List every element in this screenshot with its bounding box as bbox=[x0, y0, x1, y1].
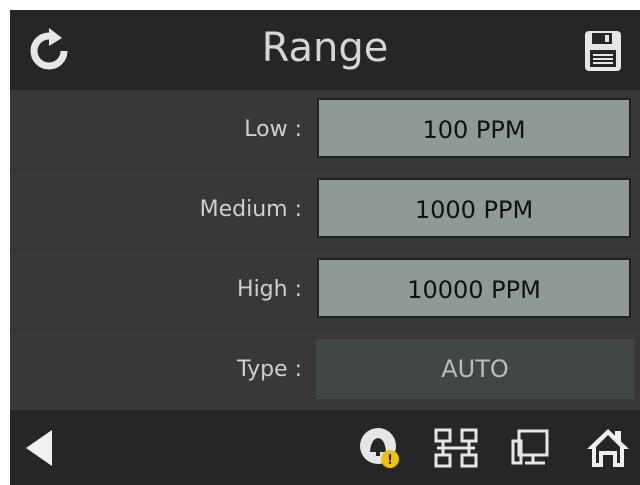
medium-value-field[interactable]: 1000 PPM bbox=[317, 178, 631, 238]
alarm-badge: ! bbox=[387, 453, 393, 468]
save-button[interactable] bbox=[576, 24, 630, 78]
back-arrow-icon bbox=[26, 429, 52, 466]
header-bar: Range bbox=[10, 10, 640, 90]
type-value: AUTO bbox=[316, 339, 634, 399]
alarm-bell-icon: ! bbox=[360, 427, 399, 468]
save-icon bbox=[585, 31, 621, 71]
range-settings-list: Low : 100 PPM Medium : 1000 PPM High : 1… bbox=[10, 90, 640, 409]
network-icon bbox=[434, 428, 478, 467]
medium-label: Medium : bbox=[199, 197, 302, 222]
range-screen: Range Low : 100 PPM Medium : 1000 PPM Hi… bbox=[10, 10, 640, 485]
row-medium: Medium : 1000 PPM bbox=[10, 169, 640, 249]
high-value-field[interactable]: 10000 PPM bbox=[317, 258, 631, 318]
row-high: High : 10000 PPM bbox=[10, 249, 640, 329]
computer-button[interactable] bbox=[506, 410, 556, 485]
type-label: Type : bbox=[237, 357, 302, 382]
row-low: Low : 100 PPM bbox=[10, 90, 640, 169]
home-icon bbox=[587, 428, 629, 467]
alarm-button[interactable]: ! bbox=[352, 410, 408, 485]
low-value-field[interactable]: 100 PPM bbox=[317, 98, 631, 158]
computer-icon bbox=[511, 429, 549, 464]
row-type: Type : AUTO bbox=[10, 329, 640, 409]
low-label: Low : bbox=[244, 117, 302, 142]
network-button[interactable] bbox=[428, 410, 484, 485]
home-button[interactable] bbox=[580, 410, 636, 485]
high-label: High : bbox=[237, 277, 302, 302]
footer-bar: ! bbox=[10, 410, 640, 485]
page-title: Range bbox=[261, 25, 389, 71]
back-button[interactable] bbox=[14, 410, 64, 485]
